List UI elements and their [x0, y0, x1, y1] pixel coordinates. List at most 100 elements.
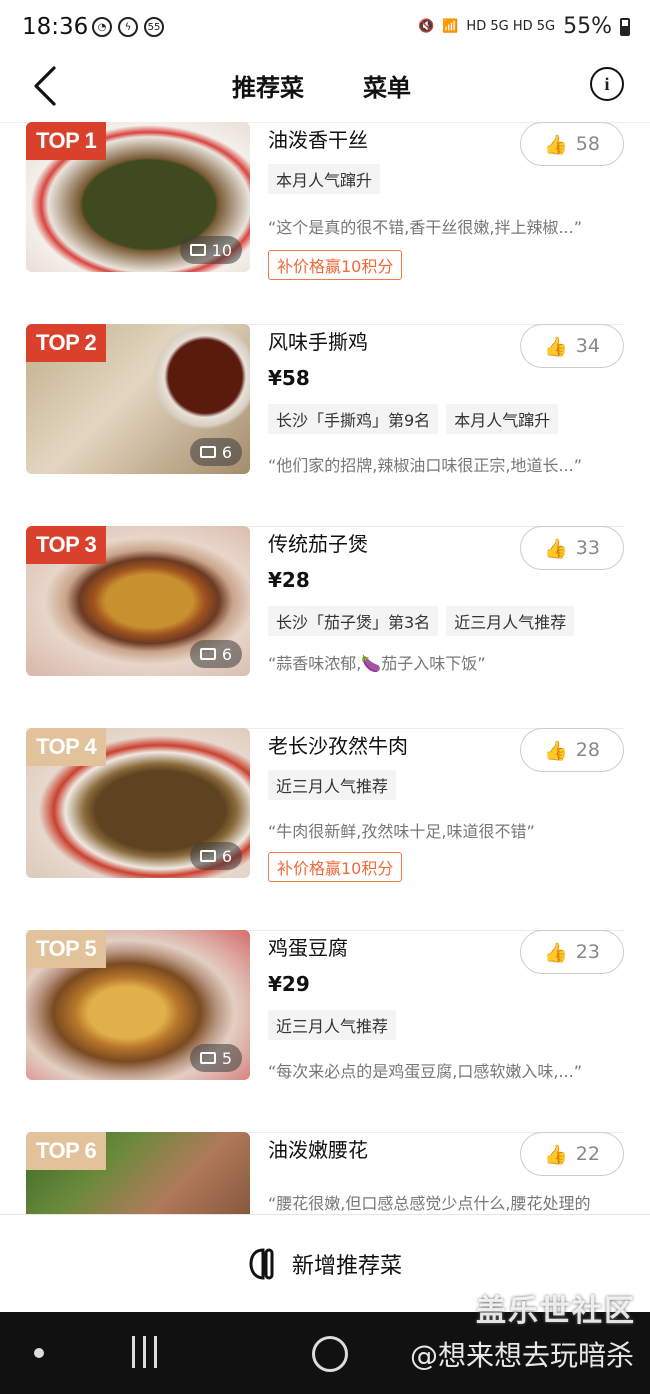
- like-count: 33: [575, 537, 600, 559]
- recents-icon[interactable]: [132, 1336, 157, 1368]
- dish-photo[interactable]: TOP 1 10: [26, 122, 250, 272]
- like-button[interactable]: 👍 28: [520, 728, 624, 772]
- status-time: 18:36: [22, 14, 89, 40]
- like-count: 34: [575, 335, 600, 357]
- back-arrow-icon[interactable]: [28, 64, 68, 108]
- list-item[interactable]: TOP 2 6 风味手撕鸡 ¥58 长沙「手撕鸡」第9名 本月人气蹿升 “他们家…: [26, 324, 624, 527]
- dish-price: ¥29: [268, 972, 310, 996]
- image-icon: [199, 648, 216, 660]
- watermark-site: 盖乐世社区: [476, 1294, 636, 1329]
- battery-icon: [620, 17, 630, 36]
- thumbs-up-icon: 👍: [544, 133, 568, 156]
- list-item[interactable]: TOP 1 10 油泼香干丝 本月人气蹿升 “这个是真的很不错,香干丝很嫩,拌上…: [26, 122, 624, 325]
- photo-count-value: 6: [221, 442, 232, 462]
- dish-name: 鸡蛋豆腐: [268, 936, 348, 960]
- promo-button[interactable]: 补价格赢10积分: [268, 852, 403, 882]
- flash-icon: ϟ: [118, 17, 138, 37]
- review-quote: “蒜香味浓郁,🍆茄子入味下饭”: [268, 654, 486, 673]
- dish-photo[interactable]: TOP 4 6: [26, 728, 250, 878]
- network-label: HD 5G HD 5G: [466, 19, 556, 34]
- tab-recommended[interactable]: 推荐菜: [232, 68, 304, 107]
- watermark-user: @想来想去玩暗杀: [409, 1339, 634, 1372]
- photo-count: 6: [189, 842, 242, 870]
- like-button[interactable]: 👍 58: [520, 122, 624, 166]
- thumbs-up-icon: 👍: [544, 1143, 568, 1166]
- list-item[interactable]: TOP 4 6 老长沙孜然牛肉 近三月人气推荐 “牛肉很新鲜,孜然味十足,味道很…: [26, 728, 624, 931]
- image-icon: [189, 244, 206, 256]
- photo-count: 5: [189, 1044, 242, 1072]
- tag: 近三月人气推荐: [268, 770, 397, 800]
- dish-name: 传统茄子煲: [268, 532, 368, 556]
- battery-percent: 55%: [563, 14, 612, 39]
- thumbs-up-icon: 👍: [544, 739, 568, 762]
- photo-count: 6: [189, 640, 242, 668]
- photo-count-value: 10: [211, 240, 232, 260]
- photo-count: 6: [189, 438, 242, 466]
- rank-badge: TOP 6: [26, 1132, 107, 1170]
- review-quote: “这个是真的很不错,香干丝很嫩,拌上辣椒...”: [268, 218, 583, 237]
- dish-list: TOP 1 10 油泼香干丝 本月人气蹿升 “这个是真的很不错,香干丝很嫩,拌上…: [0, 122, 650, 1214]
- nav-dot-icon[interactable]: [34, 1348, 44, 1358]
- tag: 本月人气蹿升: [268, 164, 381, 194]
- dish-name: 风味手撕鸡: [268, 330, 368, 354]
- list-item[interactable]: TOP 5 5 鸡蛋豆腐 ¥29 近三月人气推荐 “每次来必点的是鸡蛋豆腐,口感…: [26, 930, 624, 1133]
- like-button[interactable]: 👍 23: [520, 930, 624, 974]
- thumbs-up-icon: 👍: [544, 941, 568, 964]
- rank-badge: TOP 5: [26, 930, 107, 968]
- status-bar: 18:36 ◔ ϟ 55 🔇 📶 HD 5G HD 5G 55%: [0, 0, 650, 58]
- review-quote: “他们家的招牌,辣椒油口味很正宗,地道长...”: [268, 456, 583, 475]
- add-recommended-label: 新增推荐菜: [291, 1254, 402, 1279]
- photo-count-value: 6: [221, 846, 232, 866]
- dish-price: ¥28: [268, 568, 310, 592]
- tag-list: 长沙「手撕鸡」第9名 本月人气蹿升: [268, 404, 559, 434]
- dish-name: 油泼香干丝: [268, 128, 368, 152]
- info-icon[interactable]: i: [590, 67, 624, 101]
- tag: 长沙「茄子煲」第3名: [268, 606, 439, 636]
- tag: 近三月人气推荐: [268, 1010, 397, 1040]
- image-icon: [199, 850, 216, 862]
- header-nav: 推荐菜 菜单 i: [0, 58, 650, 123]
- add-dish-icon: [249, 1248, 274, 1280]
- dish-photo[interactable]: TOP 5 5: [26, 930, 250, 1080]
- like-button[interactable]: 👍 22: [520, 1132, 624, 1176]
- dish-name: 老长沙孜然牛肉: [268, 734, 408, 758]
- photo-count-value: 6: [221, 644, 232, 664]
- tag-list: 近三月人气推荐: [268, 1010, 397, 1040]
- promo-button[interactable]: 补价格赢10积分: [268, 250, 403, 280]
- review-quote: “每次来必点的是鸡蛋豆腐,口感软嫩入味,...”: [268, 1062, 583, 1081]
- tag-list: 长沙「茄子煲」第3名 近三月人气推荐: [268, 606, 575, 636]
- like-button[interactable]: 👍 33: [520, 526, 624, 570]
- dish-photo[interactable]: TOP 3 6: [26, 526, 250, 676]
- like-button[interactable]: 👍 34: [520, 324, 624, 368]
- tab-recommended-label: 推荐菜: [232, 74, 304, 102]
- tag: 近三月人气推荐: [446, 606, 575, 636]
- home-icon[interactable]: [312, 1336, 348, 1372]
- rank-badge: TOP 4: [26, 728, 107, 766]
- rank-badge: TOP 3: [26, 526, 107, 564]
- netease-icon: ◔: [92, 17, 112, 37]
- rank-badge: TOP 2: [26, 324, 107, 362]
- list-item[interactable]: TOP 6 油泼嫩腰花 “腰花很嫩,但口感总感觉少点什么,腰花处理的 👍 22: [26, 1132, 624, 1214]
- badge-icon: 55: [144, 17, 164, 37]
- list-item[interactable]: TOP 3 6 传统茄子煲 ¥28 长沙「茄子煲」第3名 近三月人气推荐 “蒜香…: [26, 526, 624, 729]
- status-right: 🔇 📶 HD 5G HD 5G 55%: [418, 14, 630, 39]
- image-icon: [199, 446, 216, 458]
- review-quote: “牛肉很新鲜,孜然味十足,味道很不错”: [268, 822, 535, 841]
- thumbs-up-icon: 👍: [544, 335, 568, 358]
- photo-count-value: 5: [221, 1048, 232, 1068]
- rank-badge: TOP 1: [26, 122, 107, 160]
- review-quote: “腰花很嫩,但口感总感觉少点什么,腰花处理的: [268, 1194, 591, 1213]
- tag: 本月人气蹿升: [446, 404, 559, 434]
- status-notification-icons: ◔ ϟ 55: [92, 17, 164, 37]
- tag-list: 近三月人气推荐: [268, 770, 397, 800]
- photo-count: 10: [179, 236, 242, 264]
- tab-menu[interactable]: 菜单: [363, 68, 411, 103]
- like-count: 28: [575, 739, 600, 761]
- thumbs-up-icon: 👍: [544, 537, 568, 560]
- tag-list: 本月人气蹿升: [268, 164, 381, 194]
- dish-photo[interactable]: TOP 2 6: [26, 324, 250, 474]
- dish-name: 油泼嫩腰花: [268, 1138, 368, 1162]
- tag: 长沙「手撕鸡」第9名: [268, 404, 439, 434]
- mute-icon: 🔇: [418, 19, 435, 34]
- dish-photo[interactable]: TOP 6: [26, 1132, 250, 1214]
